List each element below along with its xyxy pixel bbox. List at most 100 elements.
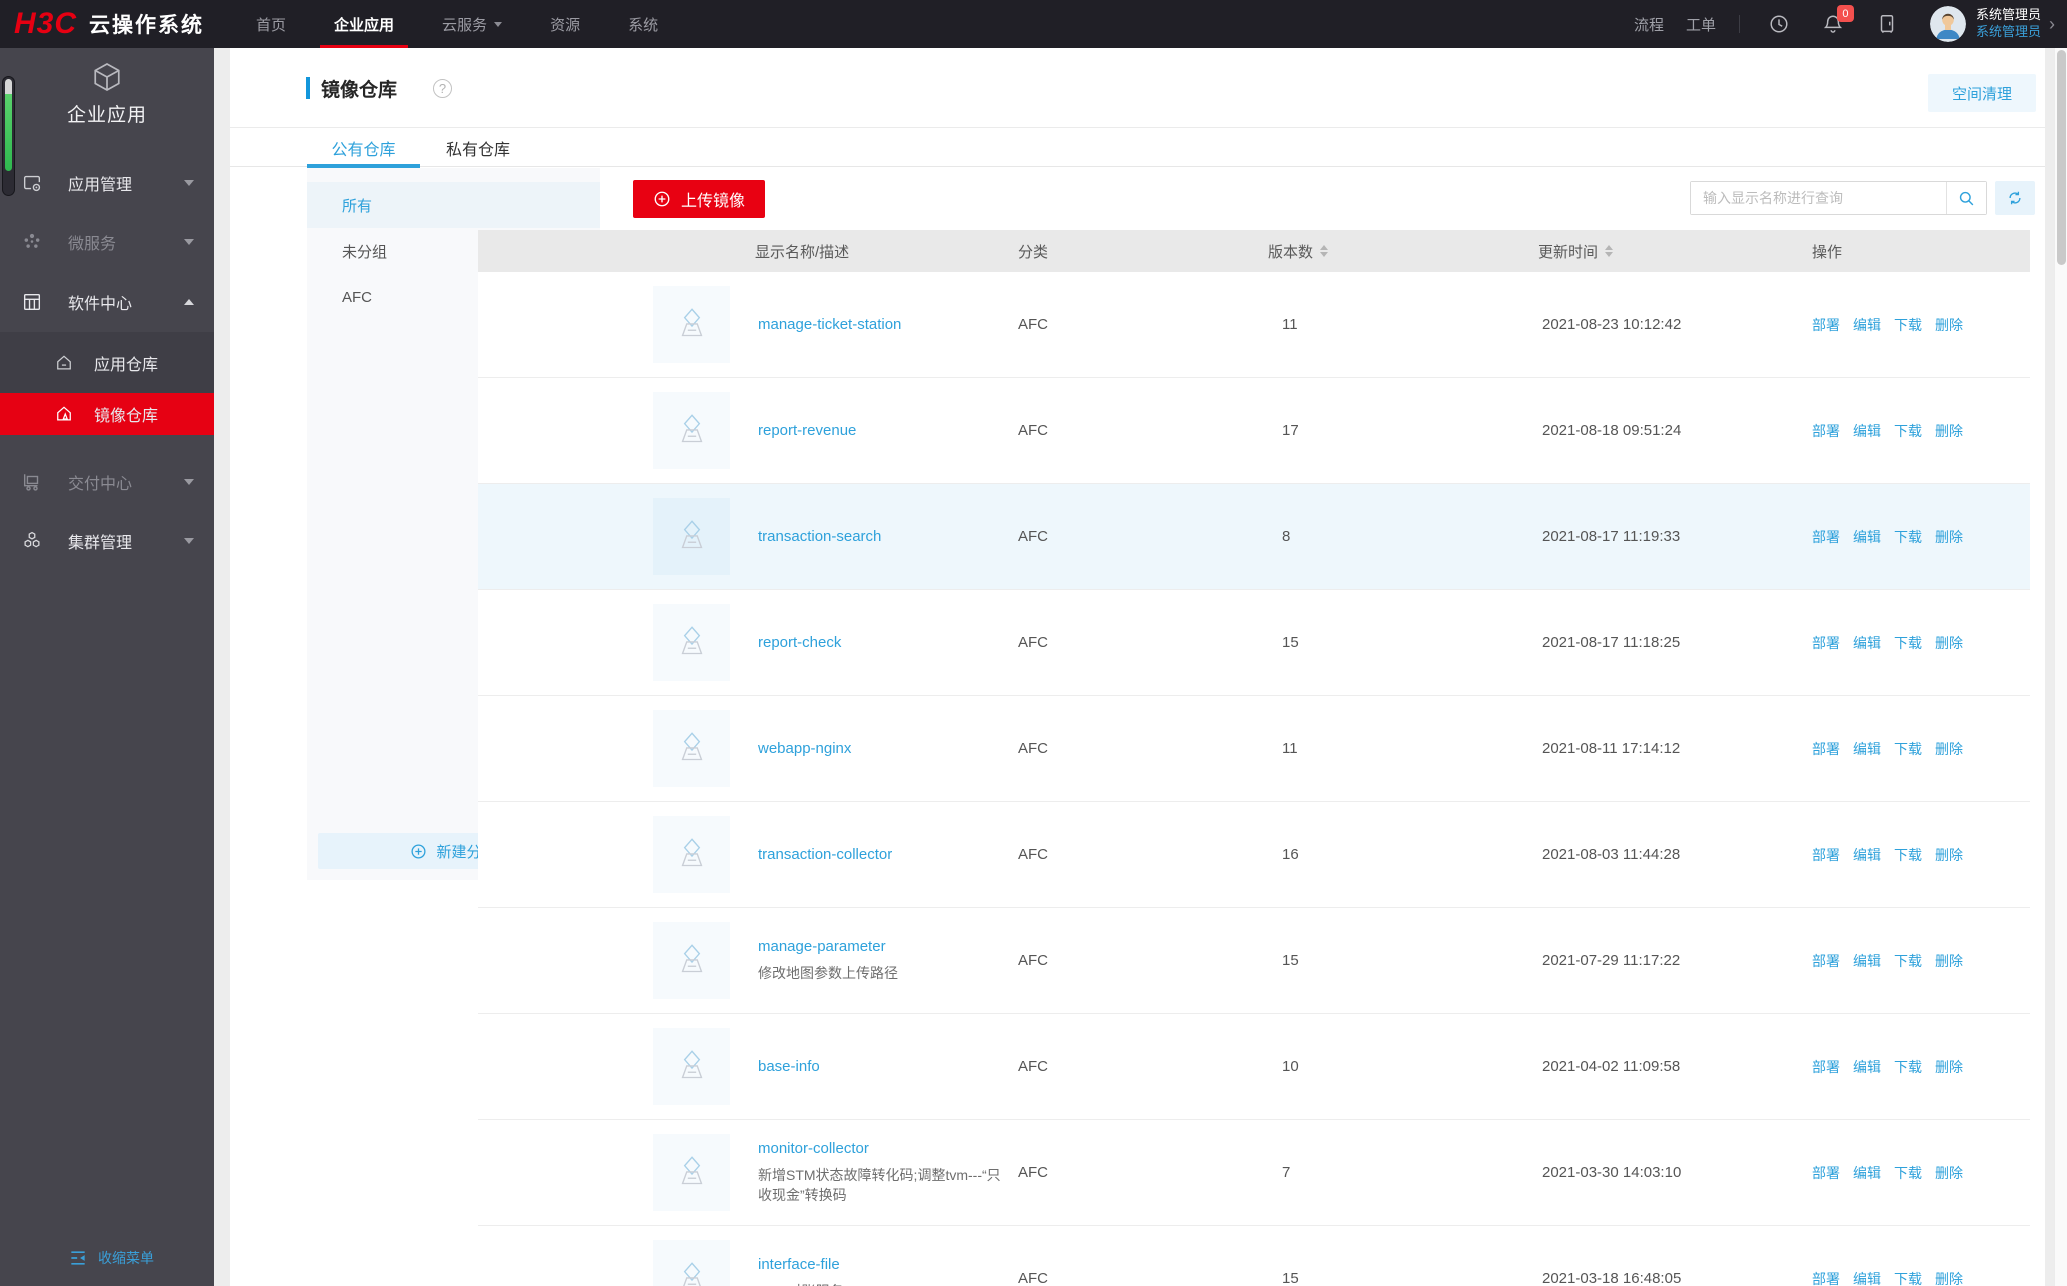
- chevron-down-icon: [184, 180, 194, 186]
- delete-link[interactable]: 删除: [1935, 1269, 1963, 1286]
- delete-link[interactable]: 删除: [1935, 633, 1963, 653]
- nav-menu: 首页 企业应用 云服务 资源 系统: [232, 0, 682, 48]
- deploy-link[interactable]: 部署: [1812, 1163, 1840, 1183]
- tab-private-repo[interactable]: 私有仓库: [430, 128, 526, 167]
- delete-link[interactable]: 删除: [1935, 1057, 1963, 1077]
- download-link[interactable]: 下载: [1894, 951, 1922, 971]
- edit-link[interactable]: 编辑: [1853, 315, 1881, 335]
- edit-link[interactable]: 编辑: [1853, 845, 1881, 865]
- nav-item-resources[interactable]: 资源: [526, 0, 604, 48]
- image-name-link[interactable]: interface-file: [758, 1256, 840, 1273]
- updated-time-cell: 2021-08-11 17:14:12: [1542, 740, 1681, 757]
- edit-link[interactable]: 编辑: [1853, 421, 1881, 441]
- collapse-icon: [68, 1248, 88, 1268]
- process-link[interactable]: 流程: [1634, 14, 1664, 35]
- collapse-menu-button[interactable]: 收缩菜单: [68, 1248, 154, 1268]
- refresh-button[interactable]: [1995, 181, 2035, 215]
- image-name-link[interactable]: transaction-collector: [758, 846, 892, 863]
- notification-bell-icon[interactable]: 0: [1816, 5, 1854, 41]
- scrollbar-thumb[interactable]: [2056, 50, 2066, 265]
- download-link[interactable]: 下载: [1894, 315, 1922, 335]
- nav-item-system[interactable]: 系统: [604, 0, 682, 48]
- download-link[interactable]: 下载: [1894, 1163, 1922, 1183]
- tab-public-repo[interactable]: 公有仓库: [307, 128, 420, 168]
- nav-item-enterprise-apps[interactable]: 企业应用: [310, 0, 418, 48]
- sidebar-item-image-repository[interactable]: 镜像仓库: [0, 393, 214, 435]
- sidebar-item-app-management[interactable]: 应用管理: [0, 154, 214, 212]
- delete-link[interactable]: 删除: [1935, 527, 1963, 547]
- category-cell: AFC: [1018, 1270, 1048, 1286]
- sidebar-item-cluster-management[interactable]: 集群管理: [0, 512, 214, 570]
- cube-icon: [0, 60, 214, 94]
- image-name-link[interactable]: webapp-nginx: [758, 740, 851, 757]
- deploy-link[interactable]: 部署: [1812, 845, 1840, 865]
- download-link[interactable]: 下载: [1894, 527, 1922, 547]
- edit-link[interactable]: 编辑: [1853, 633, 1881, 653]
- image-table: 显示名称/描述 分类 版本数 更新时间 操作 manage-ticket-sta…: [478, 230, 2030, 1286]
- sidebar-item-app-repository[interactable]: 应用仓库: [0, 332, 214, 393]
- edit-link[interactable]: 编辑: [1853, 1057, 1881, 1077]
- deploy-link[interactable]: 部署: [1812, 315, 1840, 335]
- download-link[interactable]: 下载: [1894, 739, 1922, 759]
- download-link[interactable]: 下载: [1894, 1057, 1922, 1077]
- image-package-icon: [653, 498, 730, 575]
- history-clock-icon[interactable]: [1762, 7, 1796, 41]
- row-actions: 部署 编辑 下载 删除: [1812, 315, 1963, 335]
- delete-link[interactable]: 删除: [1935, 739, 1963, 759]
- version-count-cell: 17: [1282, 422, 1299, 439]
- nav-item-cloud-services[interactable]: 云服务: [418, 0, 526, 48]
- search-button[interactable]: [1946, 182, 1986, 214]
- vertical-scrollbar: [2054, 48, 2067, 1286]
- image-name-link[interactable]: report-check: [758, 634, 841, 651]
- user-menu[interactable]: 系统管理员 系统管理员: [1976, 7, 2041, 41]
- sort-icon[interactable]: [1605, 245, 1614, 257]
- sidebar-item-software-center[interactable]: 软件中心: [0, 272, 214, 332]
- deploy-link[interactable]: 部署: [1812, 633, 1840, 653]
- deploy-link[interactable]: 部署: [1812, 1269, 1840, 1286]
- deploy-link[interactable]: 部署: [1812, 739, 1840, 759]
- upload-image-button[interactable]: 上传镜像: [633, 180, 765, 218]
- brand[interactable]: H3C 云操作系统: [0, 7, 204, 41]
- edit-link[interactable]: 编辑: [1853, 739, 1881, 759]
- delete-link[interactable]: 删除: [1935, 1163, 1963, 1183]
- image-name-link[interactable]: monitor-collector: [758, 1140, 869, 1157]
- search-input[interactable]: [1691, 182, 1946, 214]
- deploy-link[interactable]: 部署: [1812, 527, 1840, 547]
- delete-link[interactable]: 删除: [1935, 421, 1963, 441]
- deploy-link[interactable]: 部署: [1812, 1057, 1840, 1077]
- edit-link[interactable]: 编辑: [1853, 1269, 1881, 1286]
- chevron-right-icon[interactable]: ›: [2049, 14, 2055, 35]
- category-item-all[interactable]: 所有: [307, 182, 600, 228]
- deploy-link[interactable]: 部署: [1812, 421, 1840, 441]
- sidebar-item-microservices[interactable]: 微服务: [0, 212, 214, 272]
- deploy-link[interactable]: 部署: [1812, 951, 1840, 971]
- edit-link[interactable]: 编辑: [1853, 951, 1881, 971]
- space-clean-button[interactable]: 空间清理: [1928, 74, 2036, 112]
- sidebar-item-delivery-center[interactable]: 交付中心: [0, 452, 214, 512]
- download-link[interactable]: 下载: [1894, 845, 1922, 865]
- image-name-link[interactable]: manage-parameter: [758, 938, 886, 955]
- edit-link[interactable]: 编辑: [1853, 527, 1881, 547]
- image-name-link[interactable]: base-info: [758, 1058, 820, 1075]
- nav-item-home[interactable]: 首页: [232, 0, 310, 48]
- delete-link[interactable]: 删除: [1935, 315, 1963, 335]
- ticket-link[interactable]: 工单: [1686, 14, 1716, 35]
- download-link[interactable]: 下载: [1894, 633, 1922, 653]
- updated-time-cell: 2021-03-18 16:48:05: [1542, 1270, 1682, 1286]
- category-cell: AFC: [1018, 740, 1048, 757]
- help-icon[interactable]: [433, 79, 452, 98]
- image-name-cell: manage-ticket-station: [758, 316, 1018, 334]
- delete-link[interactable]: 删除: [1935, 951, 1963, 971]
- image-name-link[interactable]: manage-ticket-station: [758, 316, 901, 333]
- sort-icon[interactable]: [1320, 245, 1329, 257]
- edit-link[interactable]: 编辑: [1853, 1163, 1881, 1183]
- user-avatar[interactable]: [1929, 6, 1966, 42]
- download-link[interactable]: 下载: [1894, 1269, 1922, 1286]
- image-package-icon: [653, 710, 730, 787]
- cabinet-icon[interactable]: [1870, 7, 1904, 41]
- download-link[interactable]: 下载: [1894, 421, 1922, 441]
- delete-link[interactable]: 删除: [1935, 845, 1963, 865]
- image-name-cell: report-revenue: [758, 422, 1018, 440]
- image-name-link[interactable]: transaction-search: [758, 528, 881, 545]
- image-name-link[interactable]: report-revenue: [758, 422, 856, 439]
